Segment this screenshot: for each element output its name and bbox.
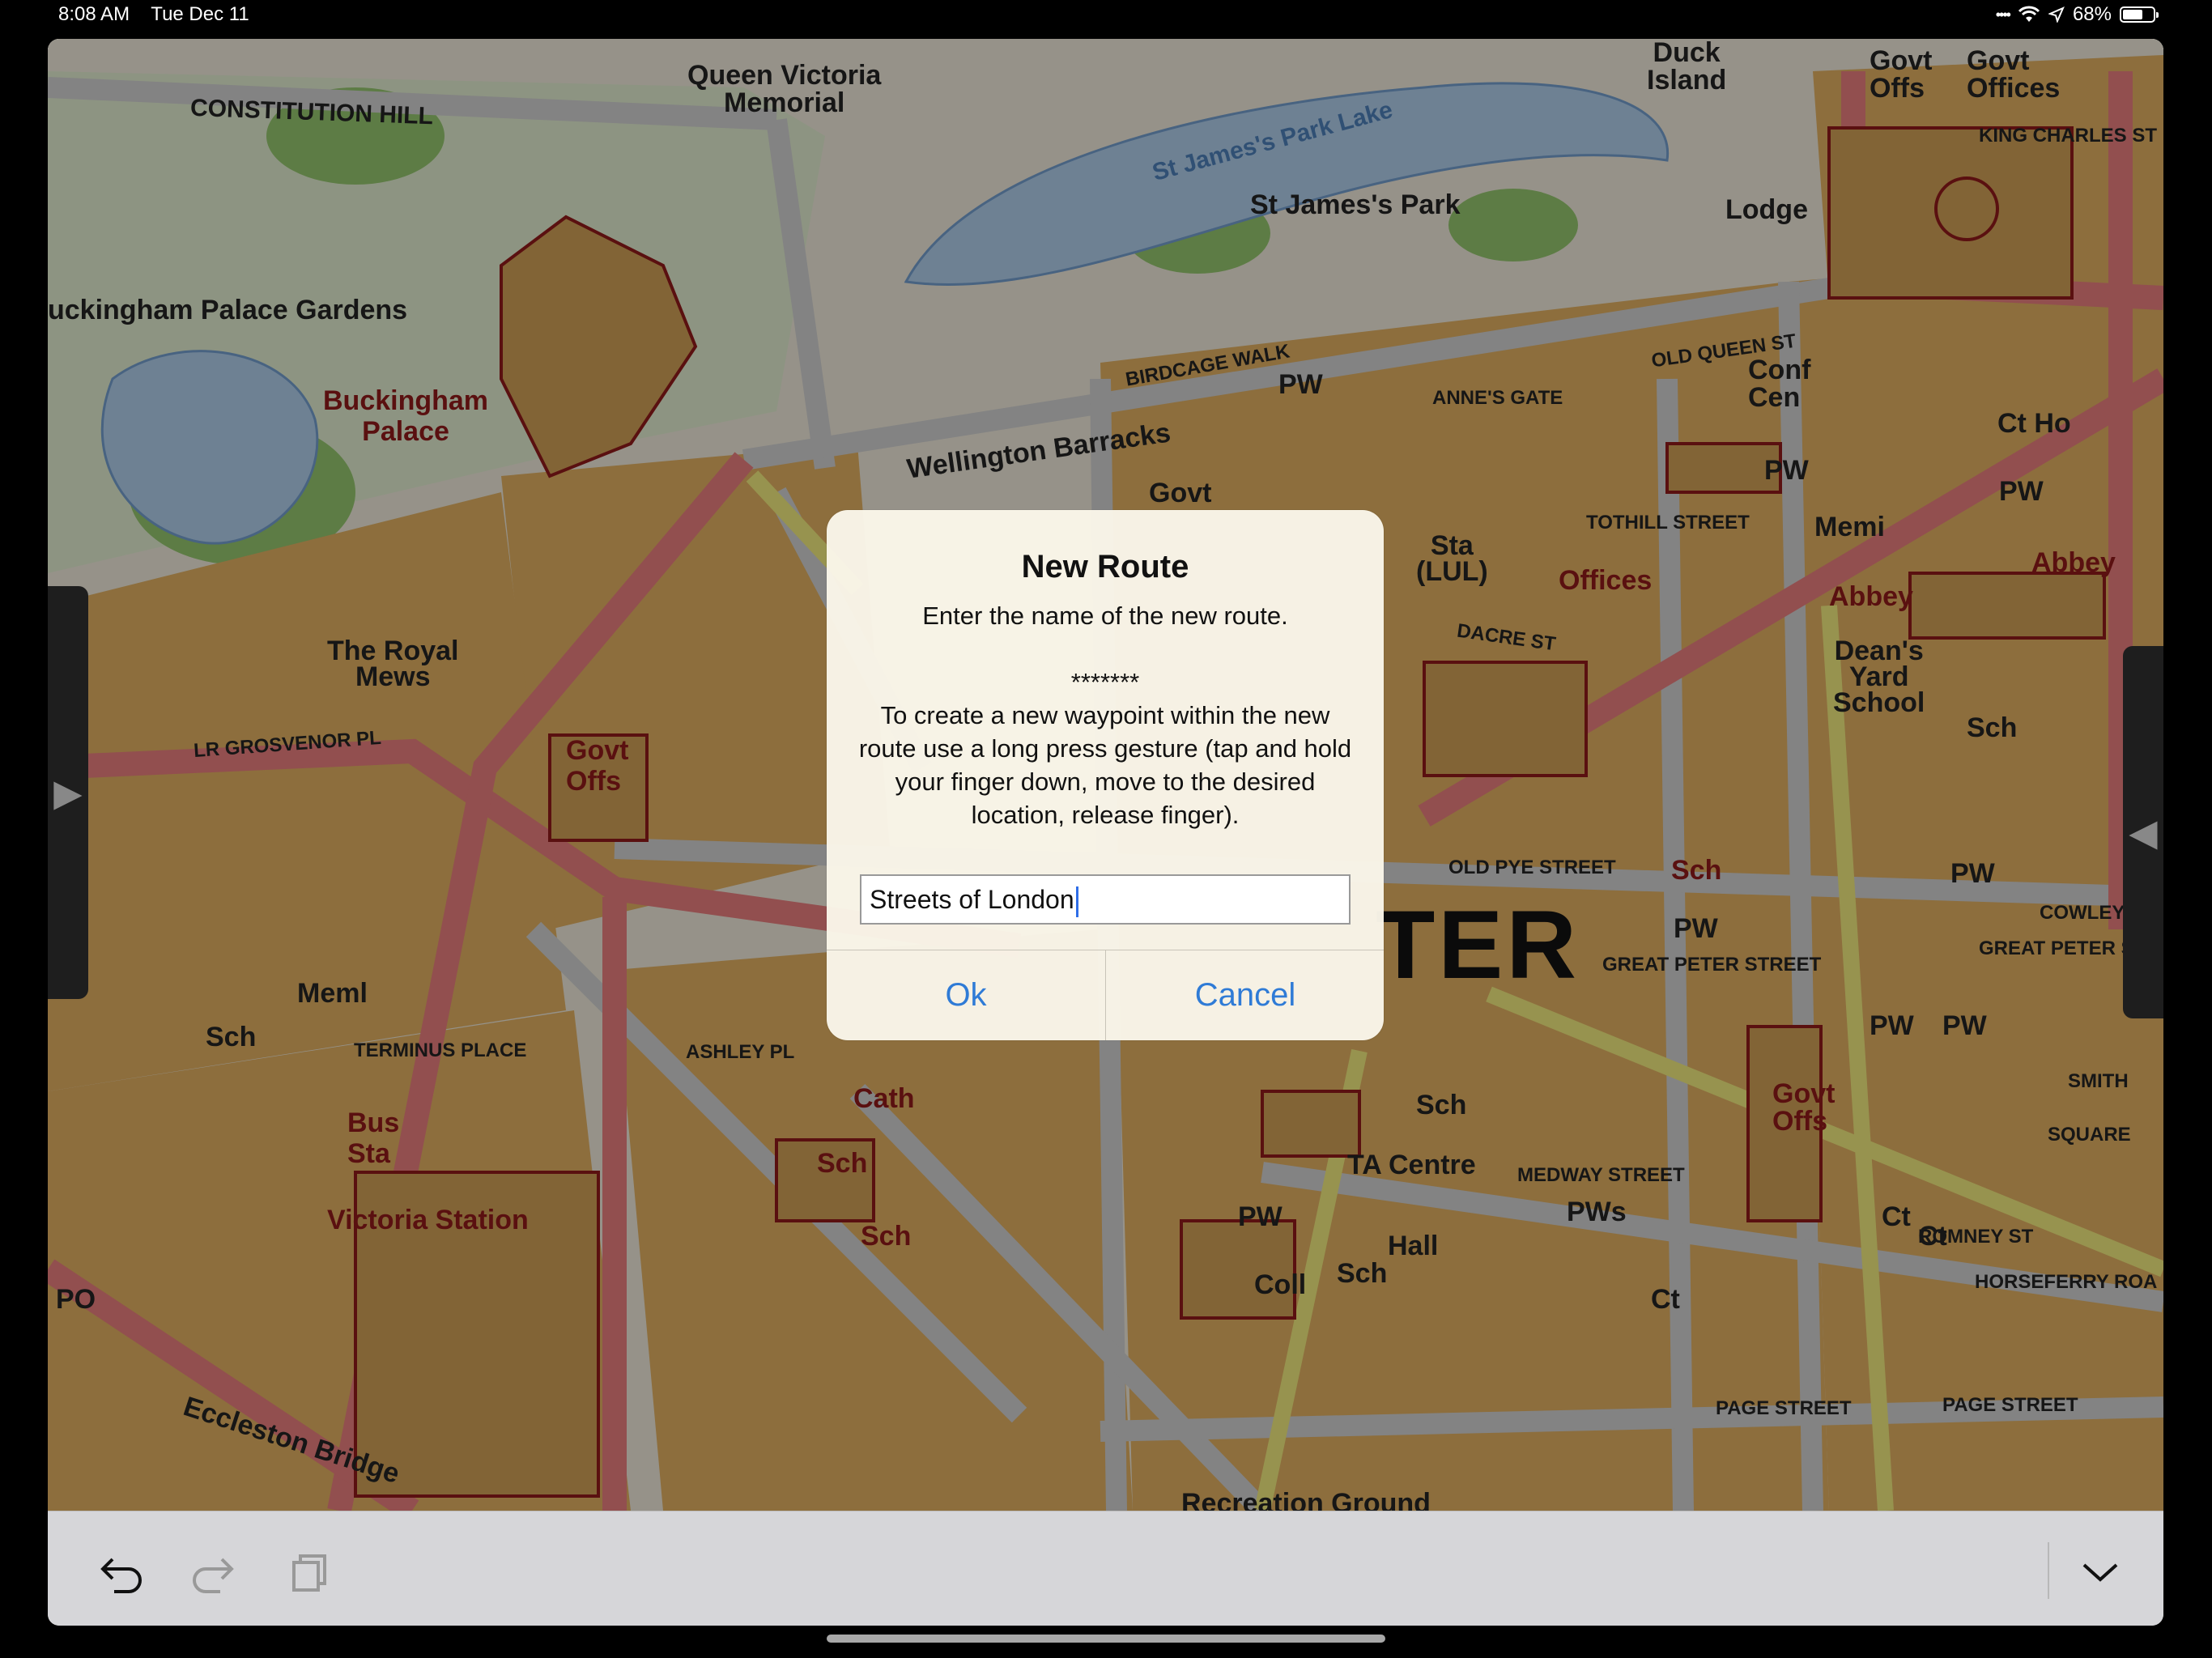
undo-icon [100, 1558, 142, 1593]
signal-dots-icon: •••• [1995, 6, 2011, 23]
status-date: Tue Dec 11 [151, 3, 249, 25]
dialog-message: Enter the name of the new route. *******… [851, 599, 1359, 831]
wifi-icon [2018, 6, 2040, 22]
route-name-value: Streets of London [870, 885, 1074, 914]
dialog-message-line2: To create a new waypoint within the new … [858, 701, 1352, 829]
status-bar: 8:08 AM Tue Dec 11 •••• 68% [0, 0, 2212, 32]
route-name-input[interactable]: Streets of London [860, 874, 1351, 925]
cancel-button[interactable]: Cancel [1106, 950, 1384, 1040]
home-indicator[interactable] [827, 1635, 1385, 1643]
redo-button[interactable] [185, 1544, 242, 1601]
collapse-button[interactable] [2072, 1544, 2129, 1601]
copy-button[interactable] [281, 1544, 338, 1601]
battery-icon [2120, 6, 2159, 23]
chevron-left-icon: ◀ [2129, 811, 2158, 853]
redo-icon [193, 1558, 234, 1593]
toolbar-divider [2048, 1542, 2049, 1599]
dialog-title: New Route [1021, 549, 1189, 585]
dialog-separator: ******* [1070, 668, 1140, 696]
status-time: 8:08 AM [58, 3, 130, 25]
battery-percent: 68% [2072, 3, 2112, 25]
chevron-right-icon: ▶ [53, 772, 83, 814]
ok-button[interactable]: Ok [827, 950, 1105, 1040]
new-route-dialog: New Route Enter the name of the new rout… [827, 510, 1384, 1040]
chevron-down-icon [2082, 1563, 2118, 1582]
bottom-toolbar [48, 1511, 2163, 1626]
left-panel-handle[interactable]: ▶ [48, 586, 88, 999]
copy-icon [292, 1554, 326, 1592]
undo-button[interactable] [92, 1544, 149, 1601]
location-icon [2048, 6, 2065, 23]
right-panel-handle[interactable]: ◀ [2123, 646, 2163, 1018]
text-caret [1075, 886, 1078, 917]
dialog-message-line1: Enter the name of the new route. [922, 602, 1288, 630]
